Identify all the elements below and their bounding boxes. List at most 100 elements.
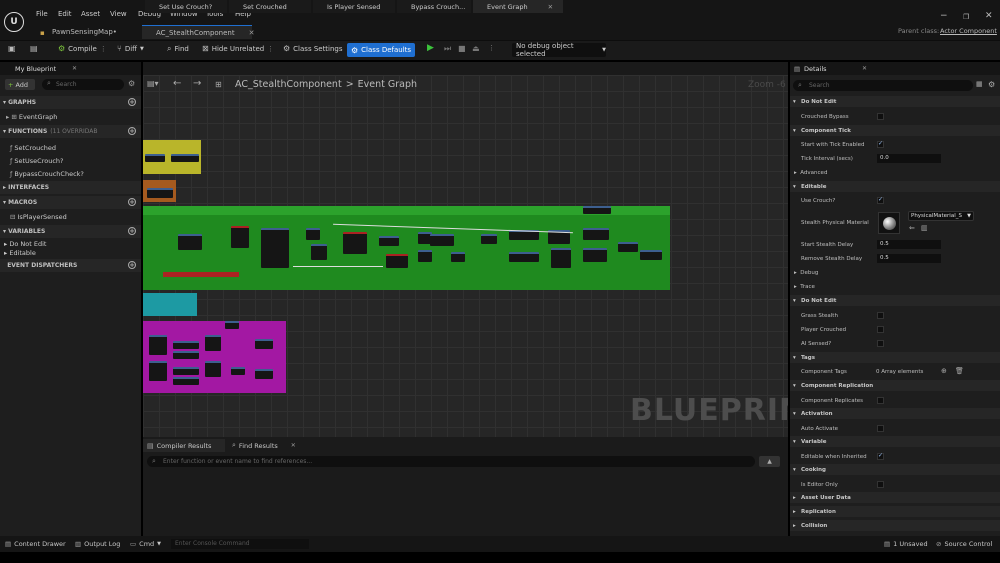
material-thumbnail[interactable] — [878, 212, 900, 234]
find-in-all-button[interactable]: ▲ — [759, 456, 780, 467]
menu-file[interactable]: File — [36, 10, 48, 18]
tab-bypass-crouch[interactable]: Bypass Crouch... — [397, 0, 471, 13]
tick-interval-input[interactable]: 0.0 — [877, 154, 941, 163]
class-defaults-button[interactable]: ⚙ Class Defaults — [347, 43, 416, 57]
section-variable[interactable]: ▾ Variable — [790, 436, 1000, 447]
hide-unrelated-button[interactable]: ⊠ Hide Unrelated ⋮ — [202, 44, 274, 53]
macro-item-isplayersensed[interactable]: ⊟ IsPlayerSensed — [10, 213, 67, 221]
tab-set-crouched[interactable]: Set Crouched — [229, 0, 311, 13]
add-variable-icon[interactable]: + — [128, 227, 136, 235]
section-do-not-edit-2[interactable]: ▾ Do Not Edit — [790, 295, 1000, 306]
function-item-setusecrouch[interactable]: ƒ SetUseCrouch? — [10, 157, 63, 165]
add-dispatcher-icon[interactable]: + — [128, 261, 136, 269]
cmd-select[interactable]: ▭ Cmd ▼ — [130, 540, 161, 548]
comment-box-teal[interactable] — [143, 293, 197, 316]
function-item-bypasscrouchcheck[interactable]: ƒ BypassCrouchCheck? — [10, 170, 84, 178]
source-control-button[interactable]: ⊘ Source Control — [936, 540, 992, 548]
close-panel-icon[interactable]: ✕ — [72, 65, 77, 72]
auto-activate-checkbox[interactable] — [877, 425, 884, 432]
add-element-icon[interactable]: ⊕ — [941, 367, 947, 375]
breadcrumb-root[interactable]: AC_StealthComponent — [235, 79, 342, 90]
material-select[interactable]: PhysicalMaterial_S ▼ — [908, 211, 974, 221]
property-matrix-icon[interactable]: ▦ — [976, 80, 983, 88]
minimize-icon[interactable]: − — [940, 11, 948, 21]
section-component-tick[interactable]: ▾ Component Tick — [790, 125, 1000, 136]
editable-inherited-checkbox[interactable] — [877, 452, 884, 460]
advanced-expander[interactable]: ▸ Advanced — [794, 170, 827, 176]
debug-object-select[interactable]: No debug object selected ▼ — [512, 42, 606, 58]
add-macro-icon[interactable]: + — [128, 198, 136, 206]
class-settings-button[interactable]: ⚙ Class Settings — [283, 44, 343, 53]
stop-icon[interactable]: ■ — [458, 44, 466, 53]
eject-icon[interactable]: ⏏ — [472, 44, 480, 53]
parent-class-link[interactable]: Actor Component — [940, 27, 997, 35]
back-arrow-icon[interactable]: ← — [173, 78, 181, 89]
start-delay-input[interactable]: 0.5 — [877, 240, 941, 249]
section-do-not-edit[interactable]: ▾ Do Not Edit — [790, 96, 1000, 107]
section-replication[interactable]: ▸ Replication — [790, 506, 1000, 517]
macros-section[interactable]: ▾ MACROS + — [0, 196, 141, 209]
details-search-input[interactable]: Search — [793, 80, 973, 91]
close-tab-icon[interactable]: ✕ — [548, 3, 553, 11]
settings-gear-icon[interactable]: ⚙ — [128, 79, 135, 88]
content-drawer-button[interactable]: ▤ Content Drawer — [5, 540, 66, 548]
maximize-icon[interactable]: ❐ — [963, 13, 969, 21]
start-tick-checkbox[interactable] — [877, 140, 884, 148]
close-window-icon[interactable]: ✕ — [985, 11, 993, 21]
unsaved-button[interactable]: ▤ 1 Unsaved — [884, 540, 928, 548]
add-button[interactable]: + Add — [5, 79, 35, 90]
console-input[interactable]: Enter Console Command — [171, 539, 309, 549]
delete-elements-icon[interactable]: 🗑 — [955, 367, 964, 375]
functions-override-count[interactable]: (11 OVERRIDAB — [50, 128, 97, 135]
section-activation[interactable]: ▾ Activation — [790, 408, 1000, 419]
use-selected-icon[interactable]: ⇐ — [909, 224, 915, 232]
close-details-icon[interactable]: ✕ — [862, 65, 867, 72]
player-crouched-checkbox[interactable] — [877, 326, 884, 333]
tab-event-graph[interactable]: Event Graph ✕ — [473, 0, 563, 13]
variables-section[interactable]: ▾ VARIABLES + — [0, 225, 141, 238]
use-crouch-checkbox[interactable] — [877, 196, 884, 204]
graph-canvas[interactable]: ▤▾ ← → ⊞ AC_StealthComponent > Event Gra… — [143, 75, 788, 437]
close-tab-icon[interactable]: ✕ — [291, 442, 296, 449]
menu-asset[interactable]: Asset — [81, 10, 100, 18]
play-options-icon[interactable]: ⋮ — [488, 44, 495, 52]
comment-box-magenta[interactable] — [143, 321, 286, 393]
forward-arrow-icon[interactable]: → — [193, 78, 201, 89]
is-editor-only-checkbox[interactable] — [877, 481, 884, 488]
browse-icon[interactable]: ▤ — [30, 44, 38, 53]
step-icon[interactable]: ⏭ — [444, 44, 451, 54]
output-log-button[interactable]: ▥ Output Log — [75, 540, 120, 548]
tab-find-results[interactable]: ⌕ Find Results ✕ — [228, 439, 310, 452]
tab-compiler-results[interactable]: ▤ Compiler Results — [143, 439, 225, 452]
graphs-section[interactable]: ▾ GRAPHS + — [0, 96, 141, 109]
tab-is-player-sensed[interactable]: Is Player Sensed — [313, 0, 395, 13]
tab-pawnsensingmap[interactable]: PawnSensingMap• — [38, 25, 140, 39]
add-function-icon[interactable]: + — [128, 127, 136, 135]
comment-box-orange[interactable] — [143, 180, 176, 202]
comment-box-green[interactable] — [143, 206, 670, 290]
event-graph-item[interactable]: ▸ ⊞ EventGraph — [6, 113, 57, 121]
menu-view[interactable]: View — [110, 10, 127, 18]
comment-box-yellow[interactable] — [143, 140, 201, 174]
section-collision[interactable]: ▸ Collision — [790, 520, 1000, 531]
add-graph-icon[interactable]: + — [128, 98, 136, 106]
section-component-replication[interactable]: ▾ Component Replication — [790, 380, 1000, 391]
functions-section[interactable]: ▾ FUNCTIONS (11 OVERRIDAB + — [0, 125, 141, 138]
graph-options-icon[interactable]: ▤▾ — [147, 79, 159, 88]
tab-ac-stealthcomponent[interactable]: AC_StealthComponent ✕ — [142, 25, 255, 39]
find-button[interactable]: ⌕ Find — [167, 44, 189, 54]
variable-category-do-not-edit[interactable]: ▸ Do Not Edit — [4, 240, 46, 248]
diff-button[interactable]: ⑂ Diff ▼ — [117, 44, 144, 53]
section-editable[interactable]: ▾ Editable — [790, 181, 1000, 192]
blueprint-search-input[interactable]: Search — [42, 79, 124, 90]
close-tab-icon[interactable]: ✕ — [249, 29, 255, 37]
variable-category-editable[interactable]: ▸ Editable — [4, 249, 36, 257]
save-icon[interactable]: ▣ — [8, 44, 16, 53]
crouched-bypass-checkbox[interactable] — [877, 113, 884, 120]
menu-edit[interactable]: Edit — [58, 10, 72, 18]
section-cooking[interactable]: ▾ Cooking — [790, 464, 1000, 475]
compile-button[interactable]: ⚙ Compile ⋮ — [58, 44, 107, 53]
ai-sensed-checkbox[interactable] — [877, 340, 884, 347]
event-dispatchers-section[interactable]: EVENT DISPATCHERS + — [0, 259, 141, 272]
tab-set-use-crouch[interactable]: Set Use Crouch? — [145, 0, 227, 13]
